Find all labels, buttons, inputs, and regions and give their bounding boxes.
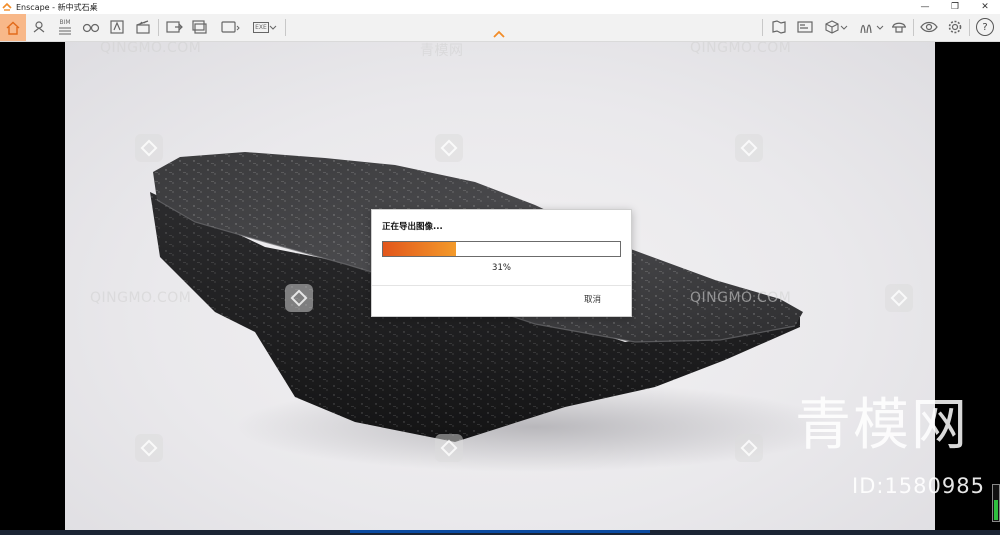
cube-button[interactable]: [820, 16, 852, 38]
screenshot-icon: [166, 21, 183, 33]
gear-icon: [948, 20, 962, 34]
dialog-divider: [372, 285, 631, 286]
watermark-logo-icon: [735, 134, 763, 162]
enscape-toolbar: BIM EXE ?: [0, 14, 1000, 42]
watermark-logo-icon: [135, 134, 163, 162]
watermark-site-text: QINGMO.COM: [690, 42, 792, 56]
hat-icon: [892, 22, 906, 33]
watermark-logo-icon: [135, 434, 163, 462]
visual-settings-icon: [797, 21, 813, 33]
asset-library-button[interactable]: [106, 16, 128, 38]
toolbar-separator: [969, 19, 970, 36]
toolbar-separator: [913, 19, 914, 36]
toolbar-separator: [762, 19, 763, 36]
panorama-icon: [221, 21, 240, 33]
watermark-brand-text: 青模网: [795, 393, 969, 458]
chevron-down-icon: [876, 25, 884, 30]
eye-button[interactable]: [918, 16, 940, 38]
collapse-toolbar-chevron-icon[interactable]: [492, 30, 506, 38]
panorama-button[interactable]: [215, 16, 245, 38]
export-icon: EXE: [253, 21, 269, 33]
restore-button[interactable]: ❐: [940, 0, 970, 14]
progress-percent-label: 31%: [492, 263, 511, 273]
settings-button[interactable]: [944, 16, 966, 38]
close-button[interactable]: ✕: [970, 0, 1000, 14]
chevron-down-icon: [840, 25, 848, 30]
bim-button[interactable]: BIM: [54, 16, 76, 38]
title-bar: Enscape - 新中式石桌 — ❐ ✕: [0, 0, 1000, 14]
export-button[interactable]: EXE: [249, 16, 281, 38]
watermark-logo-icon: [435, 134, 463, 162]
hat-button[interactable]: [888, 16, 910, 38]
toolbar-separator: [285, 19, 286, 36]
screenshot-button[interactable]: [163, 16, 185, 38]
dialog-title: 正在导出图像...: [382, 222, 443, 232]
help-button[interactable]: ?: [974, 16, 996, 38]
home-icon: [6, 21, 20, 35]
chevron-down-icon: [269, 25, 277, 30]
watermark-logo-icon: [435, 434, 463, 462]
watermark-logo-icon: [285, 284, 313, 312]
watermark-site-text: QINGMO.COM: [690, 290, 792, 306]
cancel-button[interactable]: 取消: [584, 293, 601, 305]
binoculars-button[interactable]: [80, 16, 102, 38]
eye-icon: [920, 21, 938, 33]
location-pin-icon: [33, 21, 45, 33]
watermark-site-text: QINGMO.COM: [90, 290, 192, 306]
export-progress-bar: [382, 241, 621, 257]
watermark-site-text: QINGMO.COM: [100, 42, 202, 56]
views-icon: [772, 20, 786, 34]
views-button[interactable]: [768, 16, 790, 38]
bim-lines-icon: [59, 27, 71, 34]
toolbar-separator: [158, 19, 159, 36]
video-editor-icon: [136, 20, 150, 34]
minimize-button[interactable]: —: [910, 0, 940, 14]
window-title: Enscape - 新中式石桌: [16, 2, 98, 12]
taskbar-strip: [0, 530, 1000, 535]
watermark-id-text: ID:1580985: [852, 474, 985, 498]
asset-library-icon: [110, 20, 124, 34]
asset-button[interactable]: [856, 16, 886, 38]
window-controls: — ❐ ✕: [910, 0, 1000, 14]
watermark-cn-text: 青模网: [420, 43, 464, 59]
bim-icon: BIM: [59, 18, 71, 26]
watermark-logo-icon: [735, 434, 763, 462]
binoculars-icon: [82, 23, 100, 33]
viewport-letterbox-left: [0, 42, 65, 532]
batch-render-button[interactable]: [189, 16, 211, 38]
export-progress-dialog: 正在导出图像... 31% 取消: [371, 209, 632, 317]
batch-render-icon: [192, 20, 207, 34]
enscape-logo-icon: [2, 2, 12, 11]
cube-icon: [825, 20, 839, 34]
home-button[interactable]: [0, 14, 26, 41]
watermark-logo-icon: [885, 284, 913, 312]
location-button[interactable]: [28, 16, 50, 38]
help-icon: ?: [976, 18, 994, 36]
visual-settings-button[interactable]: [794, 16, 816, 38]
video-editor-button[interactable]: [132, 16, 154, 38]
gpu-usage-indicator: [992, 484, 1000, 522]
asset-icon: [860, 24, 872, 34]
progress-fill: [383, 242, 457, 256]
